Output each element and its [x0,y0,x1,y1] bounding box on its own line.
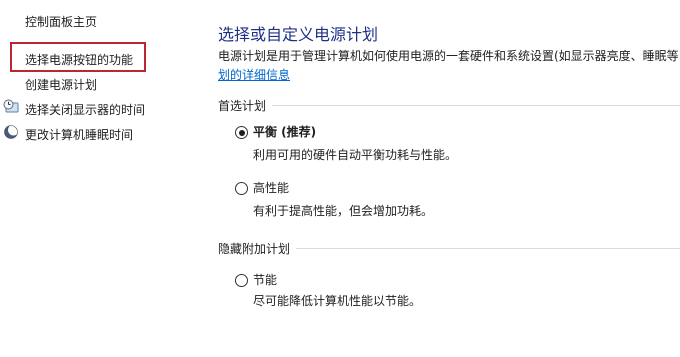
preferred-divider [218,105,680,106]
sidebar-home-link[interactable]: 控制面板主页 [25,13,97,30]
plan-high-performance-name[interactable]: 高性能 [253,179,289,196]
moon-icon [4,124,19,139]
page-title: 选择或自定义电源计划 [218,25,379,44]
sidebar-item-power-button[interactable]: 选择电源按钮的功能 [25,51,133,68]
monitor-clock-icon [3,99,19,113]
sidebar-item-sleep-time[interactable]: 更改计算机睡眠时间 [25,126,133,143]
page-description: 电源计划是用于管理计算机如何使用电源的一套硬件和系统设置(如显示器亮度、睡眠等 [218,49,679,63]
preferred-plans-label: 首选计划 [218,97,273,114]
plan-balanced-radio[interactable] [235,126,248,139]
plan-balanced-name[interactable]: 平衡 (推荐) [253,123,316,140]
sidebar-item-display-off-time[interactable]: 选择关闭显示器的时间 [25,101,145,118]
power-plan-details-link[interactable]: 划的详细信息 [218,66,290,83]
hidden-plans-toggle[interactable]: 隐藏附加计划 [218,240,297,257]
plan-power-saver-desc: 尽可能降低计算机性能以节能。 [253,294,422,308]
plan-power-saver-radio[interactable] [235,274,248,287]
plan-high-performance-radio[interactable] [235,182,248,195]
plan-power-saver-name[interactable]: 节能 [253,271,277,288]
sidebar-item-create-plan[interactable]: 创建电源计划 [25,76,97,93]
plan-balanced-desc: 利用可用的硬件自动平衡功耗与性能。 [253,148,458,162]
plan-high-performance-desc: 有利于提高性能，但会增加功耗。 [253,204,434,218]
